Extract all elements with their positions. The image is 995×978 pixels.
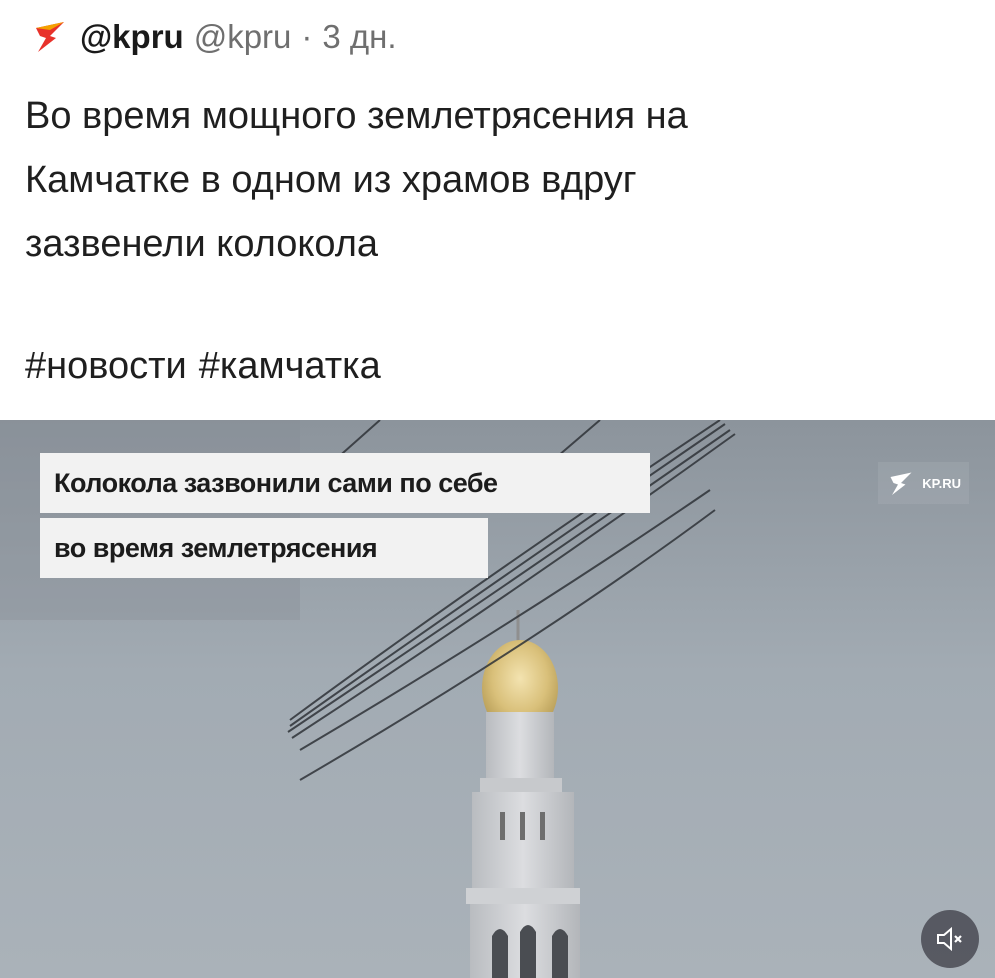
caption-line-1: Колокола зазвонили сами по себе <box>40 453 650 513</box>
post-text: Во время мощного землетрясения на Камчат… <box>25 95 688 265</box>
author-name[interactable]: @kpru <box>80 20 184 53</box>
kp-watermark: KP.RU <box>878 462 969 504</box>
post-header: @kpru @kpru · 3 дн. <box>30 16 397 56</box>
watermark-text: KP.RU <box>922 475 961 491</box>
kp-logo-icon[interactable] <box>30 16 70 56</box>
post-time[interactable]: 3 дн. <box>322 20 396 53</box>
hashtag-news[interactable]: #новости <box>25 334 187 398</box>
mute-button[interactable] <box>921 910 979 968</box>
video-player[interactable]: Колокола зазвонили сами по себе во время… <box>0 420 995 978</box>
separator-dot: · <box>301 17 313 55</box>
volume-muted-icon <box>937 926 962 952</box>
hashtag-row: #новости #камчатка <box>25 334 381 398</box>
author-handle[interactable]: @kpru <box>194 20 292 53</box>
caption-line-2: во время землетрясения <box>40 518 488 578</box>
kp-watermark-icon <box>890 472 912 495</box>
hashtag-kamchatka[interactable]: #камчатка <box>199 334 381 398</box>
